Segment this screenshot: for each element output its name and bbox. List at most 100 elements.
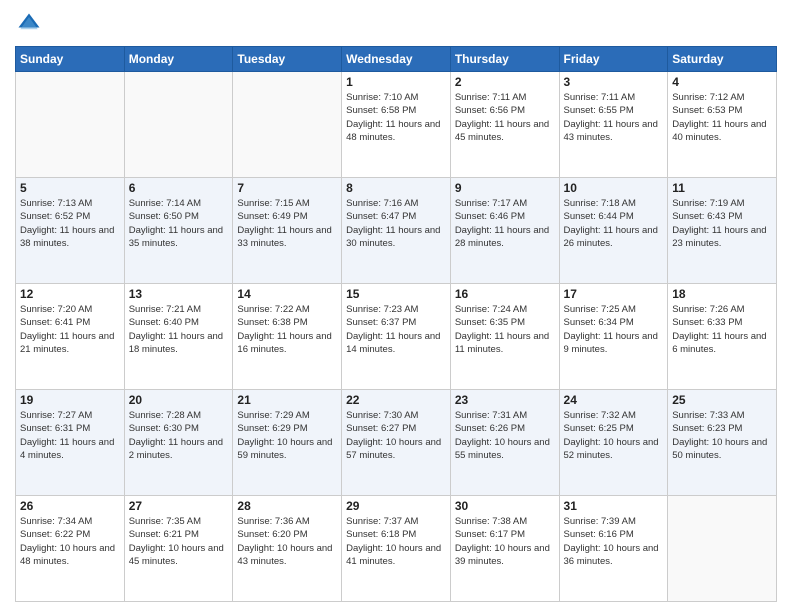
day-number: 17 — [564, 287, 664, 301]
calendar-cell: 15 Sunrise: 7:23 AM Sunset: 6:37 PM Dayli… — [342, 284, 451, 390]
day-number: 21 — [237, 393, 337, 407]
day-number: 11 — [672, 181, 772, 195]
day-number: 8 — [346, 181, 446, 195]
day-number: 6 — [129, 181, 229, 195]
weekday-header-wednesday: Wednesday — [342, 47, 451, 72]
calendar-cell — [16, 72, 125, 178]
calendar-cell: 23 Sunrise: 7:31 AM Sunset: 6:26 PM Dayli… — [450, 390, 559, 496]
week-row-1: 1 Sunrise: 7:10 AM Sunset: 6:58 PM Daylig… — [16, 72, 777, 178]
calendar-cell: 3Sunrise: 7:11 AM Sunset: 6:55 PM Daylig… — [559, 72, 668, 178]
calendar-cell: 7 Sunrise: 7:15 AM Sunset: 6:49 PM Daylig… — [233, 178, 342, 284]
day-info: Sunrise: 7:26 AM Sunset: 6:33 PM Dayligh… — [672, 303, 772, 356]
calendar-cell: 31 Sunrise: 7:39 AM Sunset: 6:16 PM Dayli… — [559, 496, 668, 602]
day-info: Sunrise: 7:29 AM Sunset: 6:29 PM Dayligh… — [237, 409, 337, 462]
week-row-2: 5Sunrise: 7:13 AM Sunset: 6:52 PM Daylig… — [16, 178, 777, 284]
day-info: Sunrise: 7:38 AM Sunset: 6:17 PM Dayligh… — [455, 515, 555, 568]
calendar-cell: 24Sunrise: 7:32 AM Sunset: 6:25 PM Dayli… — [559, 390, 668, 496]
calendar-cell: 17 Sunrise: 7:25 AM Sunset: 6:34 PM Dayli… — [559, 284, 668, 390]
day-info: Sunrise: 7:11 AM Sunset: 6:56 PM Dayligh… — [455, 91, 555, 144]
calendar-cell: 30 Sunrise: 7:38 AM Sunset: 6:17 PM Dayli… — [450, 496, 559, 602]
day-info: Sunrise: 7:28 AM Sunset: 6:30 PM Dayligh… — [129, 409, 229, 462]
day-number: 28 — [237, 499, 337, 513]
day-info: Sunrise: 7:15 AM Sunset: 6:49 PM Dayligh… — [237, 197, 337, 250]
day-info: Sunrise: 7:39 AM Sunset: 6:16 PM Dayligh… — [564, 515, 664, 568]
day-number: 25 — [672, 393, 772, 407]
calendar-cell: 11 Sunrise: 7:19 AM Sunset: 6:43 PM Dayli… — [668, 178, 777, 284]
day-info: Sunrise: 7:36 AM Sunset: 6:20 PM Dayligh… — [237, 515, 337, 568]
weekday-header-thursday: Thursday — [450, 47, 559, 72]
calendar-cell: 16 Sunrise: 7:24 AM Sunset: 6:35 PM Dayli… — [450, 284, 559, 390]
calendar: SundayMondayTuesdayWednesdayThursdayFrid… — [15, 46, 777, 602]
day-number: 23 — [455, 393, 555, 407]
day-number: 18 — [672, 287, 772, 301]
day-number: 30 — [455, 499, 555, 513]
day-info: Sunrise: 7:18 AM Sunset: 6:44 PM Dayligh… — [564, 197, 664, 250]
day-info: Sunrise: 7:24 AM Sunset: 6:35 PM Dayligh… — [455, 303, 555, 356]
day-number: 5 — [20, 181, 120, 195]
day-info: Sunrise: 7:23 AM Sunset: 6:37 PM Dayligh… — [346, 303, 446, 356]
calendar-cell: 10 Sunrise: 7:18 AM Sunset: 6:44 PM Dayli… — [559, 178, 668, 284]
calendar-cell — [233, 72, 342, 178]
day-number: 20 — [129, 393, 229, 407]
day-number: 4 — [672, 75, 772, 89]
day-number: 31 — [564, 499, 664, 513]
weekday-header-saturday: Saturday — [668, 47, 777, 72]
day-number: 3 — [564, 75, 664, 89]
calendar-cell: 1 Sunrise: 7:10 AM Sunset: 6:58 PM Daylig… — [342, 72, 451, 178]
calendar-cell: 2 Sunrise: 7:11 AM Sunset: 6:56 PM Daylig… — [450, 72, 559, 178]
day-number: 1 — [346, 75, 446, 89]
calendar-cell: 25 Sunrise: 7:33 AM Sunset: 6:23 PM Dayli… — [668, 390, 777, 496]
calendar-cell: 20 Sunrise: 7:28 AM Sunset: 6:30 PM Dayli… — [124, 390, 233, 496]
calendar-cell — [668, 496, 777, 602]
day-info: Sunrise: 7:19 AM Sunset: 6:43 PM Dayligh… — [672, 197, 772, 250]
calendar-cell: 13 Sunrise: 7:21 AM Sunset: 6:40 PM Dayli… — [124, 284, 233, 390]
weekday-header-sunday: Sunday — [16, 47, 125, 72]
day-info: Sunrise: 7:35 AM Sunset: 6:21 PM Dayligh… — [129, 515, 229, 568]
day-info: Sunrise: 7:27 AM Sunset: 6:31 PM Dayligh… — [20, 409, 120, 462]
day-number: 24 — [564, 393, 664, 407]
day-number: 16 — [455, 287, 555, 301]
calendar-cell: 12Sunrise: 7:20 AM Sunset: 6:41 PM Dayli… — [16, 284, 125, 390]
calendar-cell: 28 Sunrise: 7:36 AM Sunset: 6:20 PM Dayli… — [233, 496, 342, 602]
weekday-header-monday: Monday — [124, 47, 233, 72]
day-info: Sunrise: 7:17 AM Sunset: 6:46 PM Dayligh… — [455, 197, 555, 250]
day-info: Sunrise: 7:30 AM Sunset: 6:27 PM Dayligh… — [346, 409, 446, 462]
page: SundayMondayTuesdayWednesdayThursdayFrid… — [0, 0, 792, 612]
weekday-header-friday: Friday — [559, 47, 668, 72]
week-row-3: 12Sunrise: 7:20 AM Sunset: 6:41 PM Dayli… — [16, 284, 777, 390]
day-number: 27 — [129, 499, 229, 513]
day-info: Sunrise: 7:25 AM Sunset: 6:34 PM Dayligh… — [564, 303, 664, 356]
weekday-header-tuesday: Tuesday — [233, 47, 342, 72]
calendar-cell: 5Sunrise: 7:13 AM Sunset: 6:52 PM Daylig… — [16, 178, 125, 284]
day-number: 29 — [346, 499, 446, 513]
calendar-cell: 26 Sunrise: 7:34 AM Sunset: 6:22 PM Dayli… — [16, 496, 125, 602]
calendar-cell — [124, 72, 233, 178]
day-info: Sunrise: 7:21 AM Sunset: 6:40 PM Dayligh… — [129, 303, 229, 356]
day-info: Sunrise: 7:31 AM Sunset: 6:26 PM Dayligh… — [455, 409, 555, 462]
calendar-cell: 18 Sunrise: 7:26 AM Sunset: 6:33 PM Dayli… — [668, 284, 777, 390]
week-row-4: 19 Sunrise: 7:27 AM Sunset: 6:31 PM Dayli… — [16, 390, 777, 496]
day-number: 10 — [564, 181, 664, 195]
day-info: Sunrise: 7:16 AM Sunset: 6:47 PM Dayligh… — [346, 197, 446, 250]
day-info: Sunrise: 7:22 AM Sunset: 6:38 PM Dayligh… — [237, 303, 337, 356]
day-info: Sunrise: 7:34 AM Sunset: 6:22 PM Dayligh… — [20, 515, 120, 568]
day-number: 9 — [455, 181, 555, 195]
calendar-cell: 19 Sunrise: 7:27 AM Sunset: 6:31 PM Dayli… — [16, 390, 125, 496]
day-info: Sunrise: 7:20 AM Sunset: 6:41 PM Dayligh… — [20, 303, 120, 356]
logo-icon — [15, 10, 43, 38]
day-number: 7 — [237, 181, 337, 195]
day-info: Sunrise: 7:33 AM Sunset: 6:23 PM Dayligh… — [672, 409, 772, 462]
calendar-cell: 14Sunrise: 7:22 AM Sunset: 6:38 PM Dayli… — [233, 284, 342, 390]
day-number: 2 — [455, 75, 555, 89]
day-info: Sunrise: 7:10 AM Sunset: 6:58 PM Dayligh… — [346, 91, 446, 144]
day-number: 13 — [129, 287, 229, 301]
day-info: Sunrise: 7:14 AM Sunset: 6:50 PM Dayligh… — [129, 197, 229, 250]
calendar-cell: 27 Sunrise: 7:35 AM Sunset: 6:21 PM Dayli… — [124, 496, 233, 602]
calendar-cell: 29 Sunrise: 7:37 AM Sunset: 6:18 PM Dayli… — [342, 496, 451, 602]
calendar-cell: 9 Sunrise: 7:17 AM Sunset: 6:46 PM Daylig… — [450, 178, 559, 284]
day-number: 15 — [346, 287, 446, 301]
day-number: 26 — [20, 499, 120, 513]
day-number: 19 — [20, 393, 120, 407]
calendar-cell: 4Sunrise: 7:12 AM Sunset: 6:53 PM Daylig… — [668, 72, 777, 178]
day-info: Sunrise: 7:37 AM Sunset: 6:18 PM Dayligh… — [346, 515, 446, 568]
